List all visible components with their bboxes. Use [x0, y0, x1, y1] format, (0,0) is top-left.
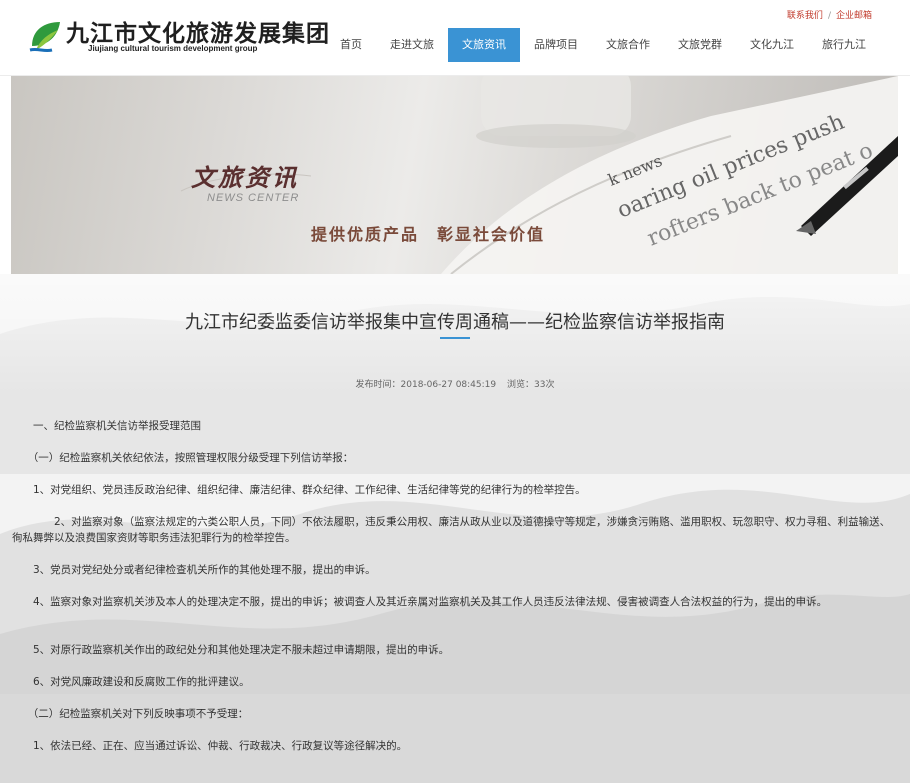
article-paragraph: 3、党员对党纪处分或者纪律检查机关所作的其他处理不服，提出的申诉。 [12, 564, 376, 576]
nav-item-party[interactable]: 文旅党群 [664, 28, 736, 62]
banner-subtitle: NEWS CENTER [207, 192, 300, 204]
nav-item-about[interactable]: 走进文旅 [376, 28, 448, 62]
article-paragraph: 一、纪检监察机关信访举报受理范围 [12, 420, 201, 432]
company-mail-link[interactable]: 企业邮箱 [836, 11, 872, 21]
article-meta: 发布时间：2018-06-27 08:45:19 浏览：33次 [0, 377, 910, 390]
article-paragraph: 4、监察对象对监察机关涉及本人的处理决定不服，提出的申诉；被调查人及其近亲属对监… [12, 596, 828, 608]
title-underline [440, 337, 470, 339]
nav-item-travel[interactable]: 旅行九江 [808, 28, 880, 62]
contact-us-link[interactable]: 联系我们 [787, 11, 823, 21]
logo-leaf-icon [29, 22, 60, 53]
article-paragraph: 6、对党风廉政建设和反腐败工作的批评建议。 [12, 676, 250, 688]
nav-item-brand-projects[interactable]: 品牌项目 [520, 28, 592, 62]
logo-chinese-name: 九江市文化旅游发展集团 [66, 21, 330, 47]
article-paragraph: 1、对党组织、党员违反政治纪律、组织纪律、廉洁纪律、群众纪律、工作纪律、生活纪律… [12, 484, 586, 496]
news-banner: k news oaring oil prices push rofters ba… [11, 76, 898, 274]
view-count: 浏览：33次 [507, 380, 555, 390]
article-paragraph: 2、对监察对象（监察法规定的六类公职人员，下同）不依法履职，违反秉公用权、廉洁从… [12, 516, 891, 544]
nav-item-news[interactable]: 文旅资讯 [448, 28, 520, 62]
nav-item-culture[interactable]: 文化九江 [736, 28, 808, 62]
publish-time: 发布时间：2018-06-27 08:45:19 [355, 380, 497, 390]
main-nav: 首页 走进文旅 文旅资讯 品牌项目 文旅合作 文旅党群 文化九江 旅行九江 [326, 28, 880, 62]
nav-item-cooperation[interactable]: 文旅合作 [592, 28, 664, 62]
banner-slogan: 提供优质产品 彰显社会价值 [311, 225, 546, 244]
article-title: 九江市纪委监委信访举报集中宣传周通稿——纪检监察信访举报指南 [185, 312, 725, 333]
article-paragraph: （一）纪检监察机关依纪依法，按照管理权限分级受理下列信访举报： [12, 452, 354, 464]
top-links: 联系我们 / 企业邮箱 [787, 8, 872, 21]
nav-item-home[interactable]: 首页 [326, 28, 376, 62]
site-header: 九江市文化旅游发展集团 Jiujiang cultural tourism de… [0, 0, 910, 76]
banner-title: 文旅资讯 [191, 163, 299, 192]
article-paragraph: 5、对原行政监察机关作出的政纪处分和其他处理决定不服未超过申请期限，提出的申诉。 [12, 644, 450, 656]
article-body: 一、纪检监察机关信访举报受理范围 （一）纪检监察机关依纪依法，按照管理权限分级受… [12, 418, 898, 758]
article-paragraph: 1、依法已经、正在、应当通过诉讼、仲裁、行政裁决、行政复议等途径解决的。 [12, 740, 408, 752]
site-logo[interactable]: 九江市文化旅游发展集团 Jiujiang cultural tourism de… [26, 14, 329, 64]
logo-english-name: Jiujiang cultural tourism development gr… [88, 44, 258, 53]
article-paragraph: （二）纪检监察机关对下列反映事项不予受理： [12, 708, 249, 720]
top-link-separator: / [827, 11, 831, 21]
